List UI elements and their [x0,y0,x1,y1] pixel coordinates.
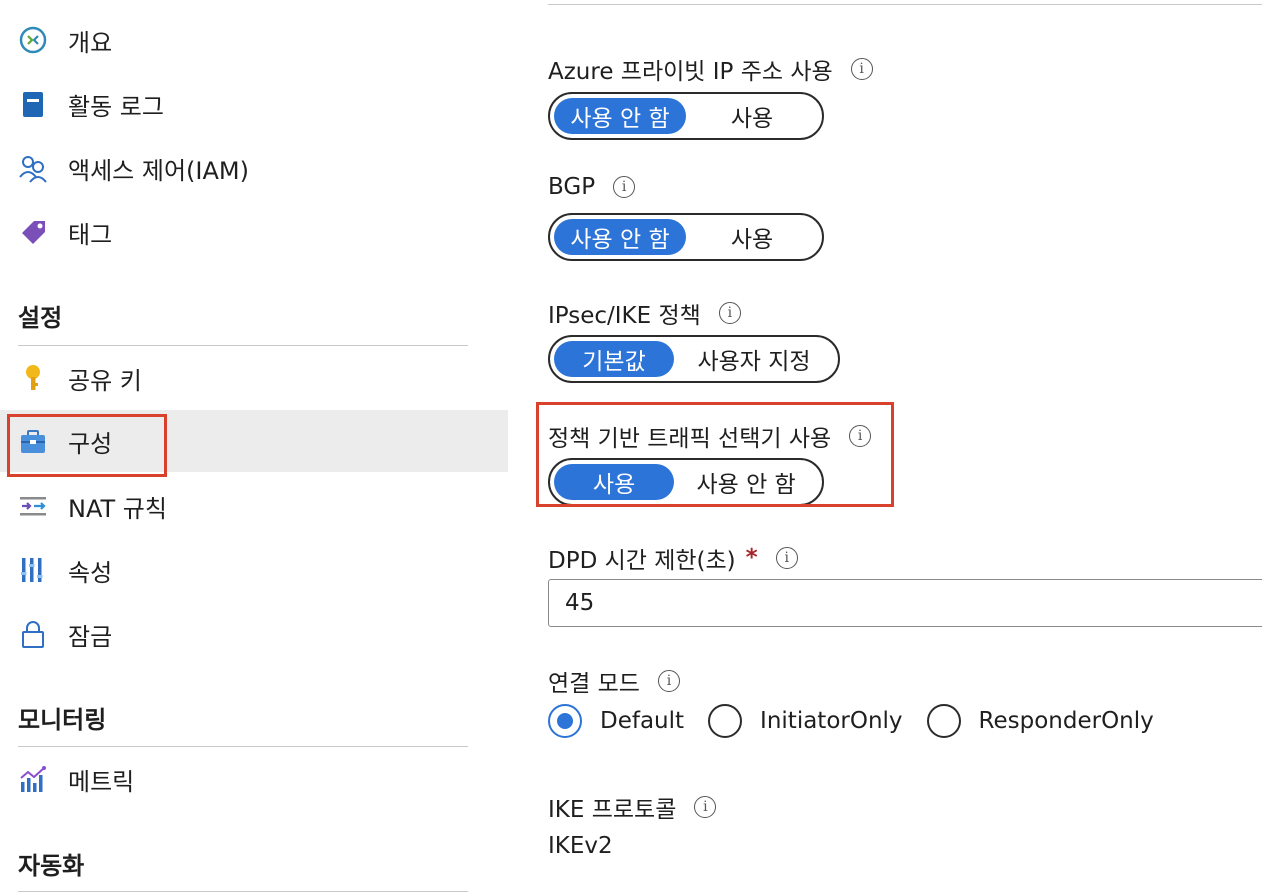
private-ip-label-text: Azure 프라이빗 IP 주소 사용 [548,59,833,85]
connection-mode-label: 연결 모드 i [548,664,680,698]
private-ip-toggle[interactable]: 사용 안 함 사용 [548,92,824,140]
sidebar-item-label: 속성 [68,558,113,587]
sidebar-item-label: 잠금 [68,622,113,651]
ike-protocol-value: IKEv2 [548,833,613,859]
lock-icon [18,619,48,649]
sidebar-item-label: 액세스 제어(IAM) [68,156,249,185]
sidebar-item-label: 구성 [68,429,113,458]
radio-label: InitiatorOnly [760,708,903,734]
section-divider [18,746,468,747]
policy-selector-option-disabled[interactable]: 사용 안 함 [674,464,818,500]
policy-selector-label-text: 정책 기반 트래픽 선택기 사용 [548,426,832,452]
section-divider [18,891,468,892]
private-ip-label: Azure 프라이빗 IP 주소 사용 i [548,52,873,86]
radio-button-checked[interactable] [548,704,582,738]
info-icon[interactable]: i [849,425,872,447]
bgp-option-enabled[interactable]: 사용 [686,219,818,255]
ipsec-policy-label: IPsec/IKE 정책 i [548,296,741,330]
sidebar-item-configuration[interactable]: 구성 [0,410,508,472]
sidebar-item-locks[interactable]: 잠금 [0,603,508,665]
metrics-icon [18,764,48,794]
key-icon [18,363,48,393]
private-ip-option-disabled[interactable]: 사용 안 함 [554,98,686,134]
tag-icon [18,217,48,247]
configuration-icon [18,426,48,456]
sidebar-item-metrics[interactable]: 메트릭 [0,748,508,810]
sidebar-item-activity-log[interactable]: 활동 로그 [0,73,508,135]
sidebar-item-shared-key[interactable]: 공유 키 [0,347,508,409]
sidebar-item-label: 공유 키 [68,366,142,395]
connection-mode-radio-group: Default InitiatorOnly ResponderOnly [548,702,1178,740]
required-marker: * [745,545,758,571]
bgp-toggle[interactable]: 사용 안 함 사용 [548,213,824,261]
overview-icon [18,25,48,55]
sidebar-item-properties[interactable]: 속성 [0,539,508,601]
info-icon[interactable]: i [657,670,680,692]
ike-protocol-label: IKE 프로토콜 i [548,790,717,824]
ipsec-option-default[interactable]: 기본값 [554,341,674,377]
policy-selector-label: 정책 기반 트래픽 선택기 사용 i [548,419,872,453]
radio-initiator-only[interactable]: InitiatorOnly [708,704,903,738]
sidebar-item-tags[interactable]: 태그 [0,201,508,263]
info-icon[interactable]: i [718,302,741,324]
access-control-icon [18,153,48,183]
dpd-timeout-input[interactable]: 45 [548,579,1262,627]
sidebar-item-label: 개요 [68,28,113,57]
radio-label: ResponderOnly [978,708,1154,734]
properties-icon [18,555,48,585]
section-title-monitoring: 모니터링 [18,706,107,734]
info-icon[interactable]: i [850,58,873,80]
ipsec-option-custom[interactable]: 사용자 지정 [674,341,834,377]
ipsec-policy-label-text: IPsec/IKE 정책 [548,303,701,329]
policy-selector-toggle[interactable]: 사용 사용 안 함 [548,458,824,506]
radio-button[interactable] [708,704,743,738]
ike-protocol-label-text: IKE 프로토콜 [548,797,677,823]
sidebar-item-label: NAT 규칙 [68,494,167,523]
info-icon[interactable]: i [694,796,717,818]
dpd-timeout-label-text: DPD 시간 제한(초) [548,548,736,574]
ipsec-policy-toggle[interactable]: 기본값 사용자 지정 [548,335,840,383]
sidebar-item-label: 태그 [68,220,113,249]
bgp-option-disabled[interactable]: 사용 안 함 [554,219,686,255]
sidebar-item-nat-rules[interactable]: NAT 규칙 [0,475,508,537]
info-icon[interactable]: i [613,176,636,198]
sidebar-item-label: 메트릭 [68,767,135,796]
radio-button[interactable] [926,704,961,738]
bgp-label-text: BGP [548,174,596,200]
configuration-panel: Azure 프라이빗 IP 주소 사용 i 사용 안 함 사용 BGP i 사용… [508,0,1262,894]
policy-selector-option-enabled[interactable]: 사용 [554,464,675,500]
radio-label: Default [600,708,685,734]
section-title-automation: 자동화 [18,852,85,880]
section-divider [18,345,468,346]
connection-mode-label-text: 연결 모드 [548,671,640,697]
private-ip-option-enabled[interactable]: 사용 [686,98,818,134]
info-icon[interactable]: i [775,547,798,569]
section-title-settings: 설정 [18,304,63,332]
sidebar-item-access-control[interactable]: 액세스 제어(IAM) [0,137,508,199]
radio-responder-only[interactable]: ResponderOnly [926,704,1154,738]
nat-rules-icon [18,491,48,521]
activity-log-icon [18,89,48,119]
divider [548,4,1262,5]
bgp-label: BGP i [548,174,636,200]
sidebar-item-overview[interactable]: 개요 [0,9,508,71]
radio-default[interactable]: Default [548,704,684,738]
sidebar: 개요 활동 로그 액세스 제어(IAM) 태그 설정 공유 키 구성 NAT 규… [0,0,508,894]
dpd-timeout-label: DPD 시간 제한(초) * i [548,541,798,575]
sidebar-item-label: 활동 로그 [68,92,164,121]
